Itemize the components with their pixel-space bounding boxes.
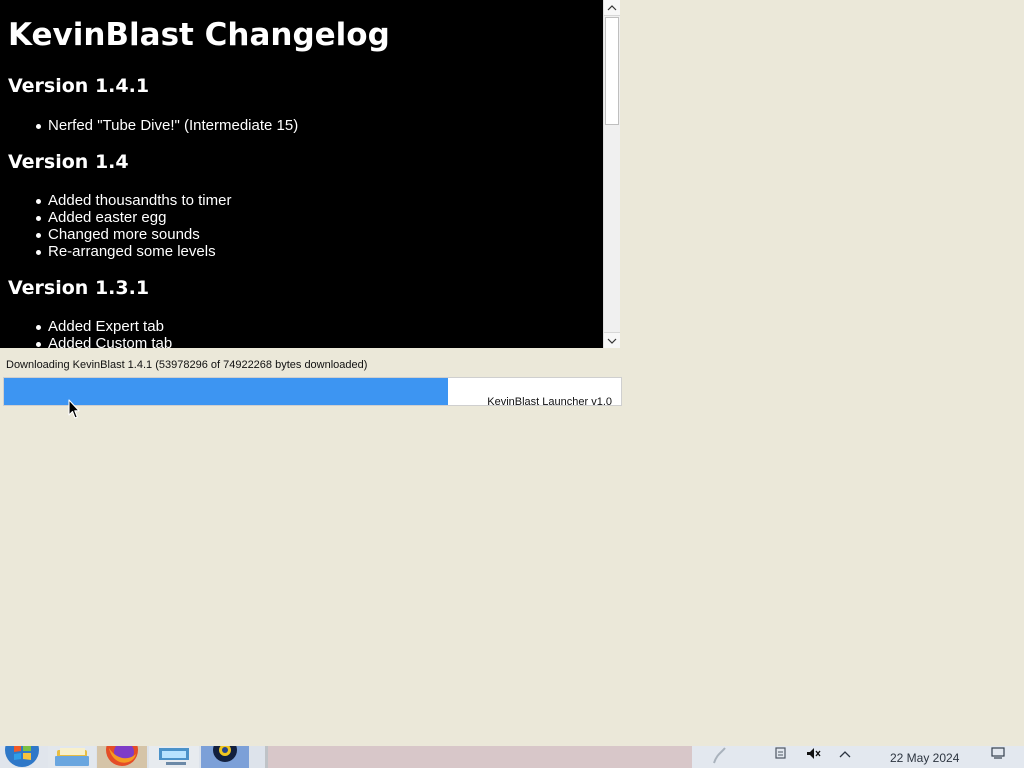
remote-desktop-button[interactable] [149, 746, 199, 768]
volume-muted-icon[interactable] [804, 746, 822, 768]
firefox-icon [106, 746, 138, 766]
version-1-4-list: Added thousandths to timer Added easter … [35, 192, 232, 260]
list-item: Nerfed "Tube Dive!" (Intermediate 15) [35, 117, 299, 134]
list-item: Added thousandths to timer [35, 192, 232, 209]
list-item: Added Expert tab [35, 318, 172, 335]
network-icon [713, 747, 726, 764]
changelog-scrollbar[interactable] [603, 0, 620, 348]
file-manager-icon [55, 748, 89, 766]
file-manager-button[interactable] [48, 746, 96, 768]
desktop: KevinBlast Changelog Version 1.4.1 Nerfe… [0, 0, 1024, 768]
changelog-content[interactable]: KevinBlast Changelog Version 1.4.1 Nerfe… [0, 0, 603, 348]
version-1-4-1-list: Nerfed "Tube Dive!" (Intermediate 15) [35, 117, 299, 134]
firefox-button[interactable] [97, 746, 147, 768]
list-item: Re-arranged some levels [35, 243, 231, 260]
chevron-up-icon [607, 5, 617, 11]
list-item: Changed more sounds [35, 226, 231, 243]
taskbar-window-area[interactable] [265, 746, 692, 768]
taskbar-clock[interactable]: 22 May 2024 [890, 751, 959, 765]
version-heading-1-4-1: Version 1.4.1 [8, 75, 150, 97]
list-item: Added easter egg [35, 209, 231, 226]
version-1-3-1-list: Added Expert tab Added Custom tab [35, 318, 172, 348]
start-button[interactable] [0, 746, 48, 768]
expand-tray-icon[interactable] [836, 746, 854, 768]
version-heading-1-3-1: Version 1.3.1 [8, 277, 150, 299]
download-status: Downloading KevinBlast 1.4.1 (53978296 o… [6, 359, 368, 371]
kevinblast-taskbar-button[interactable] [201, 746, 249, 768]
chevron-down-icon [607, 338, 617, 344]
changelog-panel[interactable]: KevinBlast Changelog Version 1.4.1 Nerfe… [0, 0, 620, 348]
mouse-pointer-icon [68, 399, 80, 419]
download-progress-bar: KevinBlast Launcher v1.0 [3, 377, 622, 406]
version-heading-1-4: Version 1.4 [8, 151, 129, 173]
system-tray[interactable] [692, 746, 1024, 768]
kevinblast-app-icon [213, 746, 237, 762]
desktop-icon[interactable] [989, 746, 1007, 768]
scroll-up-button[interactable] [604, 0, 620, 16]
start-icon [5, 746, 39, 767]
clipboard-icon[interactable] [772, 746, 790, 768]
changelog-title: KevinBlast Changelog [8, 17, 390, 53]
launcher-version: KevinBlast Launcher v1.0 [487, 396, 612, 406]
scroll-down-button[interactable] [604, 332, 620, 348]
remote-desktop-icon [159, 748, 189, 765]
taskbar[interactable]: 22 May 2024 [0, 746, 1024, 768]
scroll-thumb[interactable] [605, 17, 619, 125]
list-item: Added Custom tab [35, 335, 172, 348]
